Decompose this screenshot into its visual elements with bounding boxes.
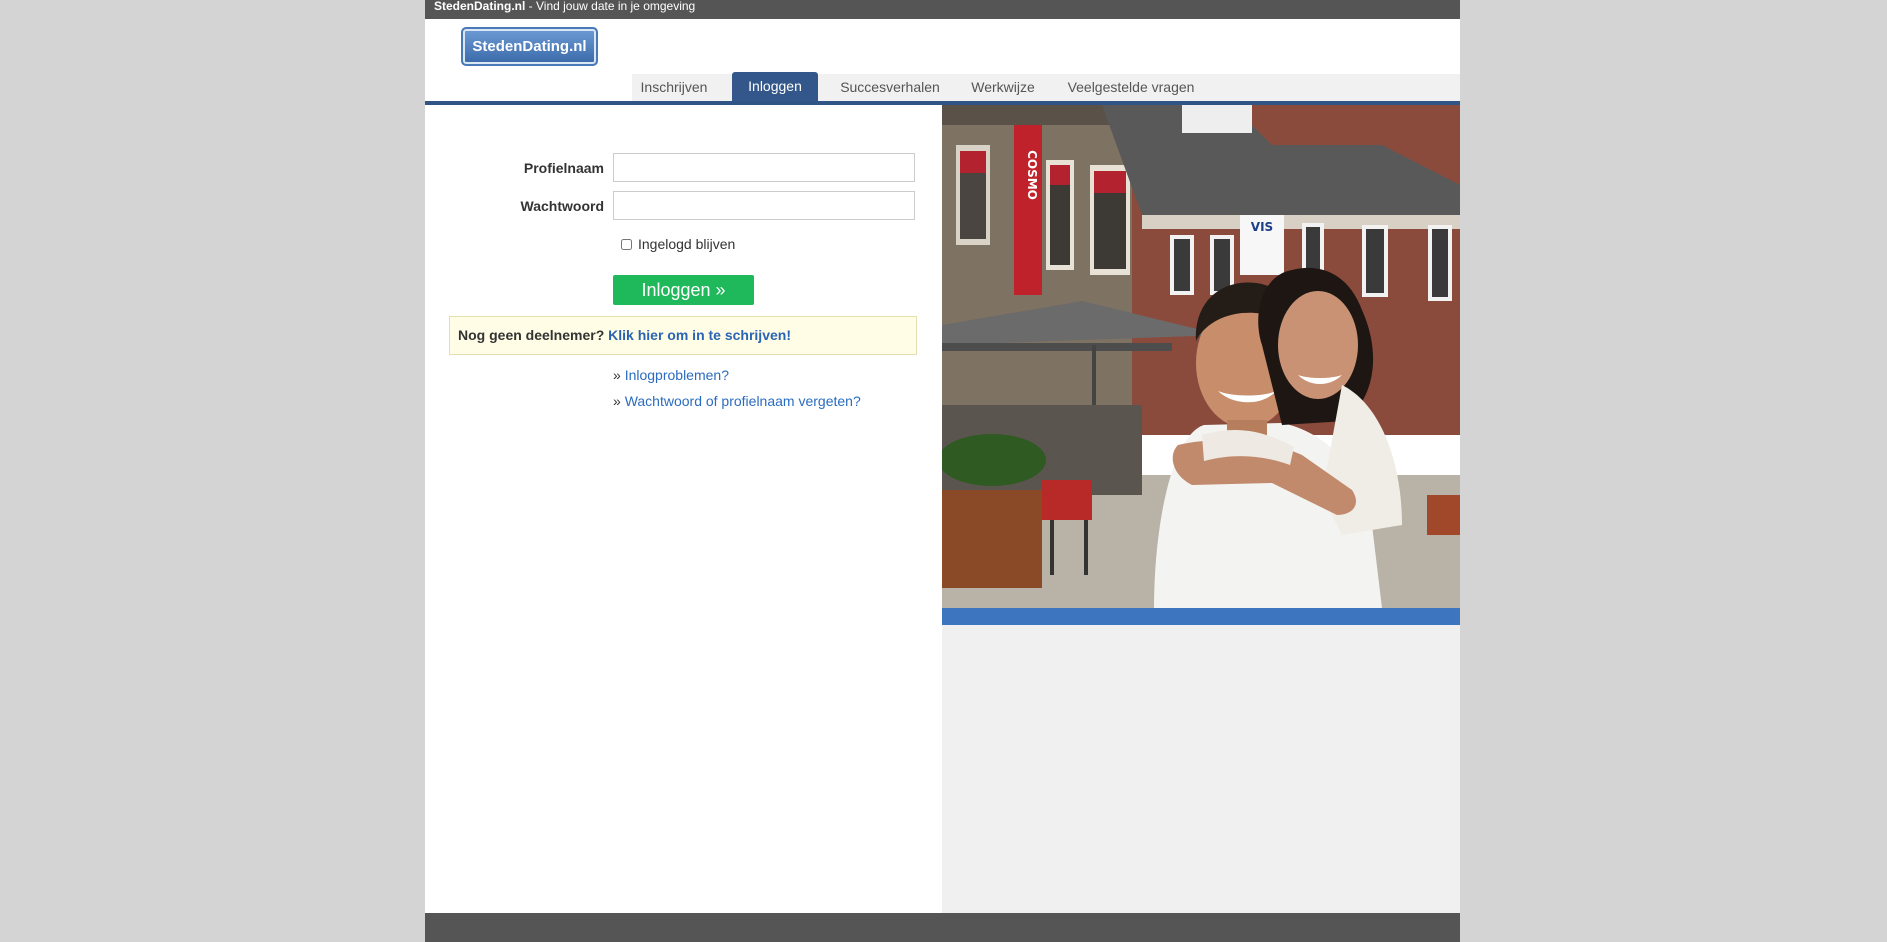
password-input[interactable]: [613, 191, 915, 220]
cosmo-sign-text: COSMO: [1025, 150, 1039, 200]
profile-input[interactable]: [613, 153, 915, 182]
site-logo[interactable]: StedenDating.nl: [461, 27, 598, 66]
tab-werkwijze[interactable]: Werkwijze: [962, 74, 1044, 101]
forgot-password-item: » Wachtwoord of profielnaam vergeten?: [613, 393, 861, 409]
site-tagline: - Vind jouw date in je omgeving: [525, 0, 696, 13]
forgot-password-link[interactable]: Wachtwoord of profielnaam vergeten?: [625, 393, 861, 409]
page: StedenDating.nl - Vind jouw date in je o…: [425, 0, 1460, 942]
tab-inschrijven[interactable]: Inschrijven: [632, 74, 716, 101]
remember-label[interactable]: Ingelogd blijven: [638, 236, 735, 252]
tab-veelgestelde-vragen[interactable]: Veelgestelde vragen: [1056, 74, 1206, 101]
signup-notice: Nog geen deelnemer? Klik hier om in te s…: [449, 316, 917, 355]
top-bar: StedenDating.nl - Vind jouw date in je o…: [425, 0, 1460, 19]
link-bullet: »: [613, 367, 625, 383]
login-problems-item: » Inlogproblemen?: [613, 367, 729, 383]
profile-label: Profielnaam: [523, 160, 604, 176]
photo-bottom-bar: [942, 608, 1460, 625]
login-problems-link[interactable]: Inlogproblemen?: [625, 367, 729, 383]
login-button[interactable]: Inloggen »: [613, 275, 754, 305]
link-bullet: »: [613, 393, 625, 409]
footer-bar: [425, 913, 1460, 942]
login-panel: Profielnaam Wachtwoord Ingelogd blijven …: [425, 105, 942, 913]
tab-succesverhalen[interactable]: Succesverhalen: [830, 74, 950, 101]
signup-link[interactable]: Klik hier om in te schrijven!: [608, 327, 791, 343]
tab-inloggen[interactable]: Inloggen: [732, 72, 818, 101]
header: StedenDating.nl Inschrijven Inloggen Suc…: [425, 19, 1460, 105]
couple-photo: COSMO VIS: [942, 105, 1460, 608]
site-name: StedenDating.nl: [434, 0, 526, 13]
notice-question: Nog geen deelnemer?: [458, 327, 605, 343]
top-bar-text: StedenDating.nl - Vind jouw date in je o…: [434, 0, 695, 13]
promo-panel: COSMO VIS: [942, 105, 1460, 913]
remember-checkbox[interactable]: [621, 239, 632, 250]
password-label: Wachtwoord: [520, 198, 604, 214]
vis-sign-text: VIS: [1251, 220, 1273, 234]
